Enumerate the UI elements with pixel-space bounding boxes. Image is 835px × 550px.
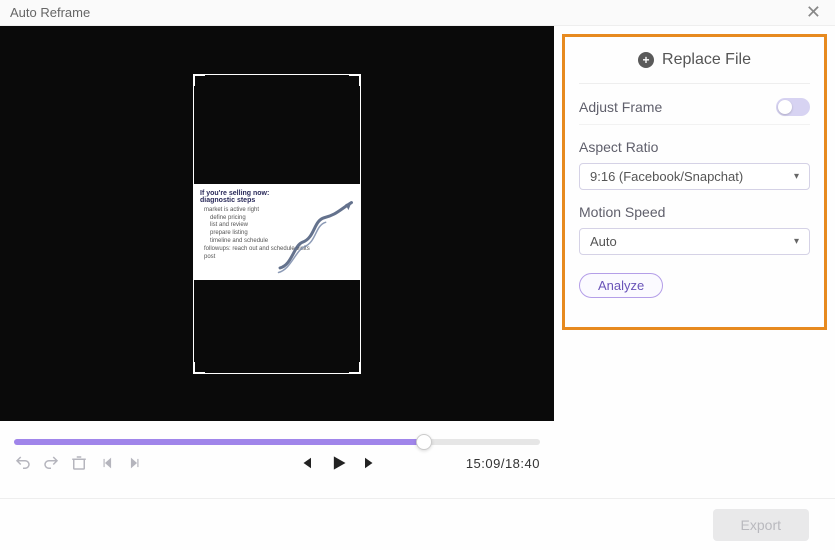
analyze-button[interactable]: Analyze [579,273,663,298]
close-icon[interactable]: ✕ [802,2,825,23]
chevron-down-icon: ▾ [794,236,799,247]
timeline-progress [14,439,424,445]
crop-handle-tr[interactable] [349,74,361,86]
slide-title-2: diagnostic steps [200,197,255,204]
timeline-thumb[interactable] [416,434,432,450]
timecode: 15:09/18:40 [466,456,540,471]
next-frame-icon[interactable] [126,454,144,472]
timeline-track[interactable] [14,439,540,445]
footer: Export [0,498,835,550]
edit-tools [14,454,144,472]
toggle-knob [778,100,792,114]
export-button[interactable]: Export [713,509,809,541]
plus-circle-icon: + [638,52,654,68]
adjust-frame-label: Adjust Frame [579,99,662,115]
slide-title-1: If you're selling now: [200,190,269,197]
aspect-ratio-label: Aspect Ratio [579,139,810,155]
skip-forward-icon[interactable] [362,454,380,472]
adjust-frame-toggle[interactable] [776,98,810,116]
crop-handle-br[interactable] [349,362,361,374]
motion-speed-select[interactable]: Auto ▾ [579,228,810,255]
prev-frame-icon[interactable] [98,454,116,472]
export-label: Export [741,517,781,533]
replace-file-label: Replace File [662,51,751,69]
aspect-ratio-value: 9:16 (Facebook/Snapchat) [590,169,743,184]
crop-frame[interactable]: If you're selling now: diagnostic steps … [193,74,361,374]
slide-chart-graphic [274,198,356,274]
motion-speed-value: Auto [590,234,617,249]
replace-file-button[interactable]: + Replace File [579,41,810,84]
motion-speed-label: Motion Speed [579,204,810,220]
content-area: If you're selling now: diagnostic steps … [0,26,835,498]
titlebar: Auto Reframe ✕ [0,0,835,26]
left-pane: If you're selling now: diagnostic steps … [0,26,554,498]
play-icon[interactable] [328,453,348,473]
right-pane: + Replace File Adjust Frame Aspect Ratio… [554,26,835,498]
skip-back-icon[interactable] [296,454,314,472]
video-frame-content: If you're selling now: diagnostic steps … [194,184,360,280]
redo-icon[interactable] [42,454,60,472]
adjust-frame-row: Adjust Frame [579,84,810,125]
timeline[interactable] [0,421,554,449]
settings-panel: + Replace File Adjust Frame Aspect Ratio… [562,34,827,330]
controls-row: 15:09/18:40 [0,449,554,481]
video-preview[interactable]: If you're selling now: diagnostic steps … [0,26,554,421]
crop-handle-tl[interactable] [193,74,205,86]
analyze-label: Analyze [598,278,644,293]
window-title: Auto Reframe [10,5,90,20]
undo-icon[interactable] [14,454,32,472]
chevron-down-icon: ▾ [794,171,799,182]
crop-handle-bl[interactable] [193,362,205,374]
playback-controls [296,453,380,473]
delete-icon[interactable] [70,454,88,472]
aspect-ratio-select[interactable]: 9:16 (Facebook/Snapchat) ▾ [579,163,810,190]
